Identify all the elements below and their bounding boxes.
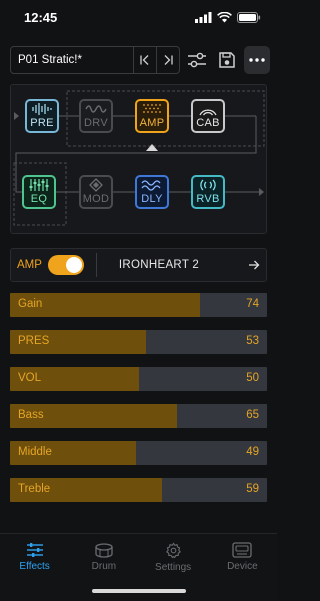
reverb-wave-icon: [200, 179, 216, 191]
block-dly[interactable]: DLY: [135, 175, 169, 209]
eq-sliders-icon: [29, 179, 49, 191]
battery-icon: [237, 11, 261, 23]
param-name: Bass: [18, 409, 44, 421]
status-icons: [195, 11, 261, 23]
arrow-right-icon: [249, 260, 260, 270]
cabinet-icon: [199, 109, 217, 116]
param-slider-treble[interactable]: Treble 59: [10, 478, 267, 502]
block-label: DRV: [84, 117, 108, 129]
sliders-icon: [26, 543, 43, 557]
param-slider-bass[interactable]: Bass 65: [10, 404, 267, 428]
status-time: 12:45: [24, 9, 58, 25]
device-icon: [232, 542, 253, 558]
param-name: Gain: [18, 298, 43, 310]
preset-selector[interactable]: P01 Stratic!*: [10, 46, 180, 74]
previous-preset-button[interactable]: [133, 47, 156, 73]
block-label: AMP: [139, 117, 165, 129]
block-pre[interactable]: PRE: [25, 99, 59, 133]
next-preset-button[interactable]: [156, 47, 179, 73]
save-icon: [219, 52, 235, 68]
amp-label: AMP: [17, 259, 42, 271]
save-button[interactable]: [214, 46, 240, 74]
gear-icon: [165, 542, 181, 559]
amp-model-next-button[interactable]: [242, 260, 266, 270]
amp-grille-icon: [143, 104, 161, 113]
param-value: 65: [246, 409, 259, 421]
more-dots-icon: [249, 58, 265, 62]
skip-next-icon: [164, 55, 173, 65]
signal-icon: [195, 11, 212, 23]
param-slider-middle[interactable]: Middle 49: [10, 441, 267, 465]
block-label: MOD: [82, 193, 110, 205]
block-amp[interactable]: AMP: [135, 99, 169, 133]
tune-sliders-icon: [188, 52, 206, 68]
drive-wave-icon: [85, 105, 107, 113]
amp-model-name[interactable]: IRONHEART 2: [97, 259, 242, 271]
home-indicator: [92, 589, 186, 593]
tab-label: Settings: [155, 562, 192, 573]
wifi-icon: [217, 11, 232, 22]
block-label: DLY: [141, 193, 163, 205]
param-slider-gain[interactable]: Gain 74: [10, 293, 267, 317]
top-toolbar: [184, 46, 270, 74]
tab-label: Effects: [19, 561, 50, 572]
tab-label: Device: [227, 561, 258, 572]
amp-model-row: AMP IRONHEART 2: [10, 248, 267, 282]
selected-block-indicator-icon: [146, 144, 158, 151]
skip-previous-icon: [140, 55, 149, 65]
amp-parameters: Gain 74 PRES 53 VOL 50 Bass 65 Middle 49…: [10, 293, 267, 515]
param-name: Middle: [18, 446, 52, 458]
param-slider-pres[interactable]: PRES 53: [10, 330, 267, 354]
amp-enable-toggle[interactable]: [47, 255, 84, 275]
signal-chain: PRE DRV AMP CAB EQ MOD DLY RVB: [10, 84, 267, 234]
tune-settings-button[interactable]: [184, 46, 210, 74]
block-label: PRE: [30, 117, 54, 129]
tab-label: Drum: [91, 561, 117, 572]
param-name: VOL: [18, 372, 42, 384]
more-button[interactable]: [244, 46, 270, 74]
drum-icon: [95, 543, 113, 558]
block-cab[interactable]: CAB: [191, 99, 225, 133]
toggle-knob: [65, 257, 82, 273]
block-label: EQ: [30, 193, 48, 205]
block-mod[interactable]: MOD: [79, 175, 113, 209]
delay-wave-icon: [141, 180, 161, 191]
preset-name[interactable]: P01 Stratic!*: [11, 54, 133, 66]
tab-effects[interactable]: Effects: [0, 534, 69, 601]
block-label: CAB: [196, 117, 220, 129]
block-eq[interactable]: EQ: [22, 175, 56, 209]
param-value: 49: [246, 446, 259, 458]
param-name: Treble: [18, 483, 51, 495]
tab-device[interactable]: Device: [208, 534, 277, 601]
param-name: PRES: [18, 335, 50, 347]
status-bar: 12:45: [0, 0, 277, 34]
param-value: 74: [246, 298, 259, 310]
mod-diamond-icon: [89, 178, 103, 192]
preamp-icon: [32, 103, 52, 115]
block-label: RVB: [196, 193, 220, 205]
param-value: 53: [246, 335, 259, 347]
param-value: 59: [246, 483, 259, 495]
block-drv[interactable]: DRV: [79, 99, 113, 133]
block-rvb[interactable]: RVB: [191, 175, 225, 209]
param-slider-vol[interactable]: VOL 50: [10, 367, 267, 391]
param-value: 50: [246, 372, 259, 384]
